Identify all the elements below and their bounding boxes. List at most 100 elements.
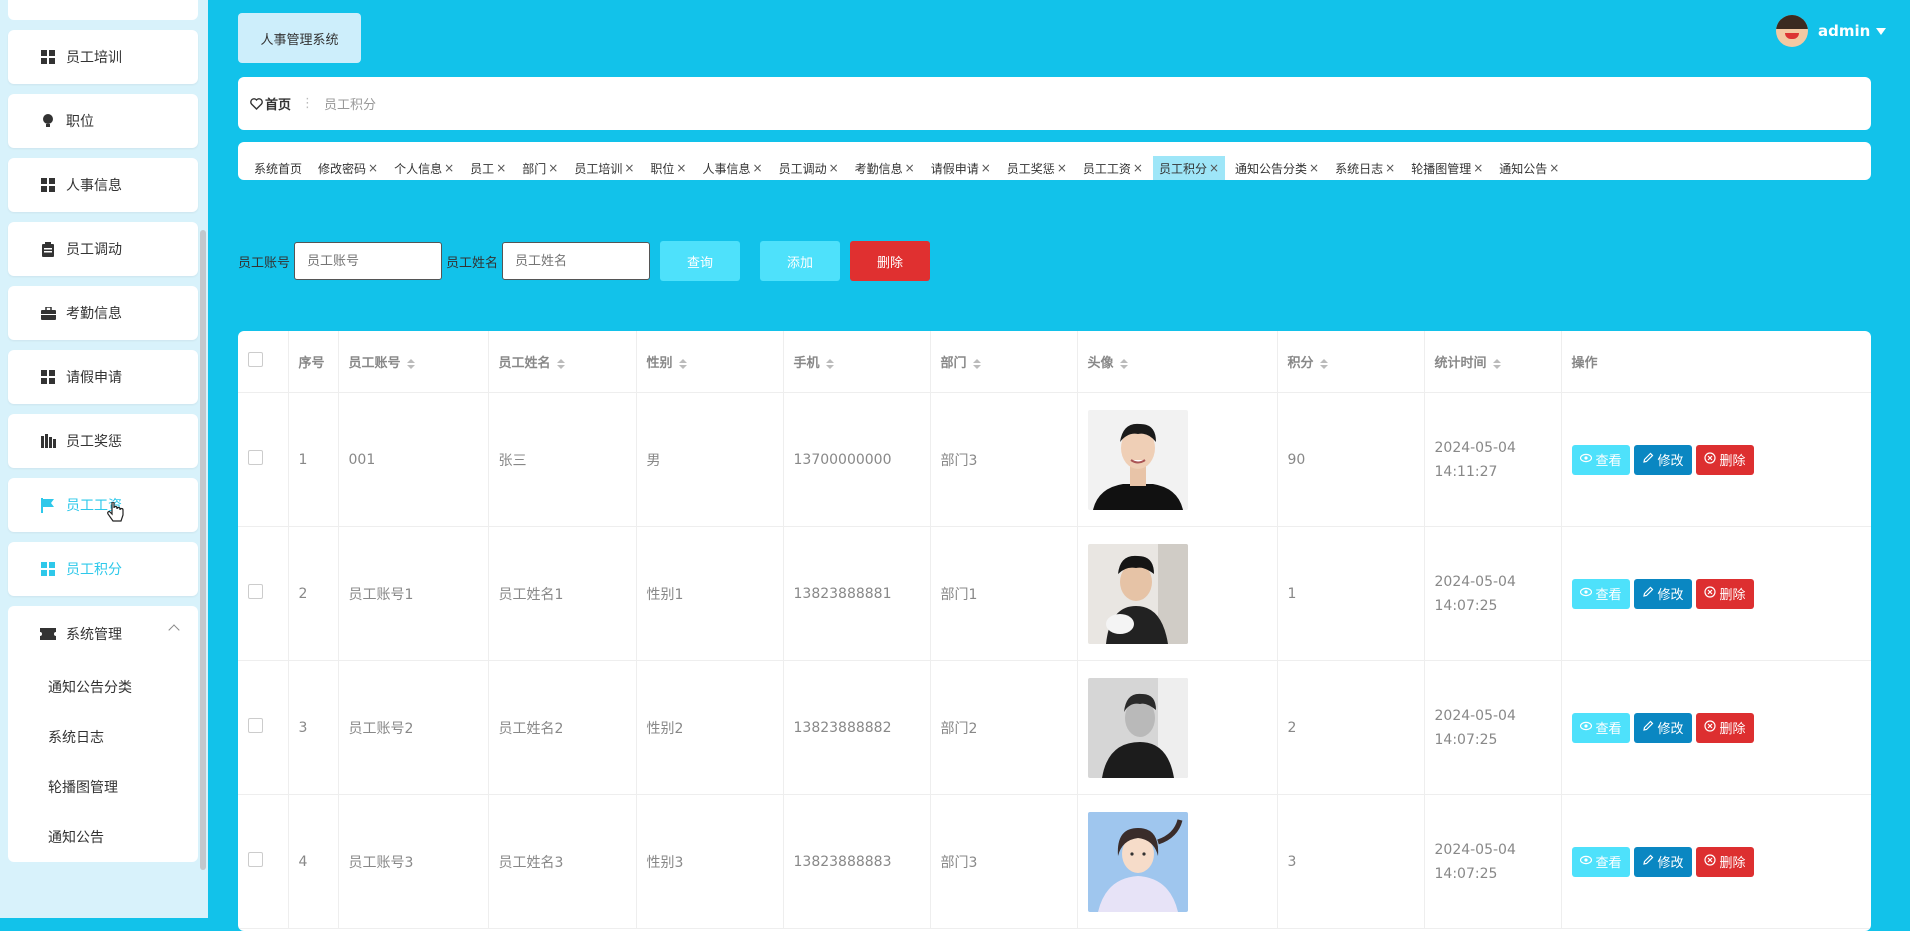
tab-item[interactable]: 系统日志 × <box>1329 156 1401 180</box>
close-icon[interactable]: × <box>829 161 839 175</box>
close-icon[interactable]: × <box>1309 161 1319 175</box>
table-row[interactable]: 2 员工账号1 员工姓名1 性别1 13823888881 部门1 1 2024-05-04 … <box>238 526 1871 661</box>
avatar-photo[interactable] <box>1087 677 1188 778</box>
tab-item[interactable]: 员工调动 × <box>773 156 845 180</box>
sidebar-item-rewards[interactable]: 员工奖惩 <box>8 414 198 468</box>
row-checkbox[interactable] <box>248 450 263 465</box>
close-icon[interactable]: × <box>624 161 634 175</box>
sidebar-item-attendance[interactable]: 考勤信息 <box>8 286 198 340</box>
sidebar-item-points[interactable]: 员工积分 <box>8 542 198 596</box>
tab-item[interactable]: 系统首页 <box>248 156 308 180</box>
tab-item[interactable]: 考勤信息 × <box>849 156 921 180</box>
sidebar-item-position[interactable]: 职位 <box>8 94 198 148</box>
view-button[interactable]: 查看 <box>1571 578 1630 609</box>
view-button[interactable]: 查看 <box>1571 846 1630 877</box>
query-button[interactable]: 查询 <box>660 241 741 281</box>
sidebar-subitem-carousel[interactable]: 轮播图管理 <box>8 762 198 812</box>
close-icon[interactable]: × <box>496 161 506 175</box>
sidebar-scrollbar[interactable] <box>200 230 206 870</box>
add-button[interactable]: 添加 <box>760 241 841 281</box>
sidebar-subitem-notice[interactable]: 通知公告 <box>8 812 198 862</box>
breadcrumb-home[interactable]: 首页 <box>250 94 291 113</box>
row-delete-button[interactable]: 删除 <box>1695 578 1754 609</box>
sidebar-item-partial[interactable] <box>8 0 198 20</box>
table-row[interactable]: 1 001 张三男 13700000000 部门3 90 2024-05-04 14:11:… <box>238 392 1871 527</box>
sidebar-item-training[interactable]: 员工培训 <box>8 30 198 84</box>
close-icon[interactable]: × <box>905 161 915 175</box>
tab-item[interactable]: 请假申请 × <box>925 156 997 180</box>
tab-item[interactable]: 员工培训 × <box>568 156 640 180</box>
column-header-sortable[interactable]: 积分 <box>1277 331 1425 393</box>
close-icon[interactable]: × <box>981 161 991 175</box>
tab-item[interactable]: 员工 × <box>464 156 512 180</box>
avatar-photo[interactable] <box>1087 811 1188 912</box>
tab-item[interactable]: 修改密码 × <box>312 156 384 180</box>
row-checkbox[interactable] <box>248 584 263 599</box>
chevron-up-icon <box>168 624 180 636</box>
sidebar-subitem-notice-category[interactable]: 通知公告分类 <box>8 662 198 712</box>
column-header-sortable[interactable]: 部门 <box>930 331 1078 393</box>
row-delete-button[interactable]: 删除 <box>1695 444 1754 475</box>
row-checkbox[interactable] <box>248 852 263 867</box>
close-icon[interactable]: × <box>1057 161 1067 175</box>
row-select-cell[interactable] <box>238 794 289 929</box>
sidebar-item-salary[interactable]: 员工工资 <box>8 478 198 532</box>
sidebar-item-label: 请假申请 <box>66 370 122 386</box>
avatar-photo[interactable] <box>1087 543 1188 644</box>
close-icon[interactable]: × <box>444 161 454 175</box>
sidebar-item-hr-info[interactable]: 人事信息 <box>8 158 198 212</box>
name-input[interactable] <box>502 242 651 280</box>
tab-item[interactable]: 人事信息 × <box>696 156 768 180</box>
close-icon[interactable]: × <box>1473 161 1483 175</box>
row-checkbox[interactable] <box>248 718 263 733</box>
row-delete-button[interactable]: 删除 <box>1695 712 1754 743</box>
clipboard-icon <box>40 241 56 257</box>
edit-button[interactable]: 修改 <box>1633 444 1692 475</box>
sidebar-item-transfer[interactable]: 员工调动 <box>8 222 198 276</box>
close-icon[interactable]: × <box>1549 161 1559 175</box>
sidebar-subitem-system-log[interactable]: 系统日志 <box>8 712 198 762</box>
column-header-sortable[interactable]: 统计时间 <box>1424 331 1562 393</box>
edit-button[interactable]: 修改 <box>1633 578 1692 609</box>
avatar-photo[interactable] <box>1087 409 1188 510</box>
close-icon[interactable]: × <box>1209 161 1219 175</box>
delete-button[interactable]: 删除 <box>850 241 931 281</box>
close-icon[interactable]: × <box>368 161 378 175</box>
table-row[interactable]: 4 员工账号3 员工姓名3 性别3 13823888883 部门3 3 2024-05-04 … <box>238 794 1871 929</box>
close-icon[interactable]: × <box>753 161 763 175</box>
sidebar-item-leave[interactable]: 请假申请 <box>8 350 198 404</box>
tab-item[interactable]: 员工工资 × <box>1077 156 1149 180</box>
tab-item[interactable]: 轮播图管理 × <box>1405 156 1489 180</box>
tab-item[interactable]: 职位 × <box>644 156 692 180</box>
select-all-checkbox[interactable] <box>248 352 263 367</box>
edit-button[interactable]: 修改 <box>1633 846 1692 877</box>
close-icon[interactable]: × <box>1133 161 1143 175</box>
account-input[interactable] <box>294 242 443 280</box>
tab-item[interactable]: 员工积分 × <box>1152 156 1226 180</box>
column-header-sortable[interactable]: 头像 <box>1077 331 1278 393</box>
user-menu[interactable]: admin <box>1776 14 1887 48</box>
tab-item[interactable]: 个人信息 × <box>388 156 460 180</box>
tab-item[interactable]: 通知公告分类 × <box>1229 156 1325 180</box>
sidebar-group-header[interactable]: 系统管理 <box>8 606 198 662</box>
column-header-sortable[interactable]: 性别 <box>636 331 784 393</box>
view-button[interactable]: 查看 <box>1571 712 1630 743</box>
view-button[interactable]: 查看 <box>1571 444 1630 475</box>
select-all-cell[interactable] <box>238 331 289 393</box>
table-row[interactable]: 3 员工账号2 员工姓名2 性别2 13823888882 部门2 2 2024-05-04 … <box>238 660 1871 795</box>
column-header-sortable[interactable]: 手机 <box>783 331 931 393</box>
column-header-sortable[interactable]: 员工姓名 <box>488 331 637 393</box>
close-icon[interactable]: × <box>1385 161 1395 175</box>
tab-item[interactable]: 员工奖惩 × <box>1001 156 1073 180</box>
row-select-cell[interactable] <box>238 526 289 661</box>
edit-button[interactable]: 修改 <box>1633 712 1692 743</box>
row-select-cell[interactable] <box>238 660 289 795</box>
close-icon[interactable]: × <box>548 161 558 175</box>
close-circle-icon <box>1703 853 1720 870</box>
tab-item[interactable]: 通知公告 × <box>1493 156 1565 180</box>
row-delete-button[interactable]: 删除 <box>1695 846 1754 877</box>
column-header-sortable[interactable]: 员工账号 <box>338 331 489 393</box>
row-select-cell[interactable] <box>238 392 289 527</box>
tab-item[interactable]: 部门 × <box>516 156 564 180</box>
close-icon[interactable]: × <box>676 161 686 175</box>
